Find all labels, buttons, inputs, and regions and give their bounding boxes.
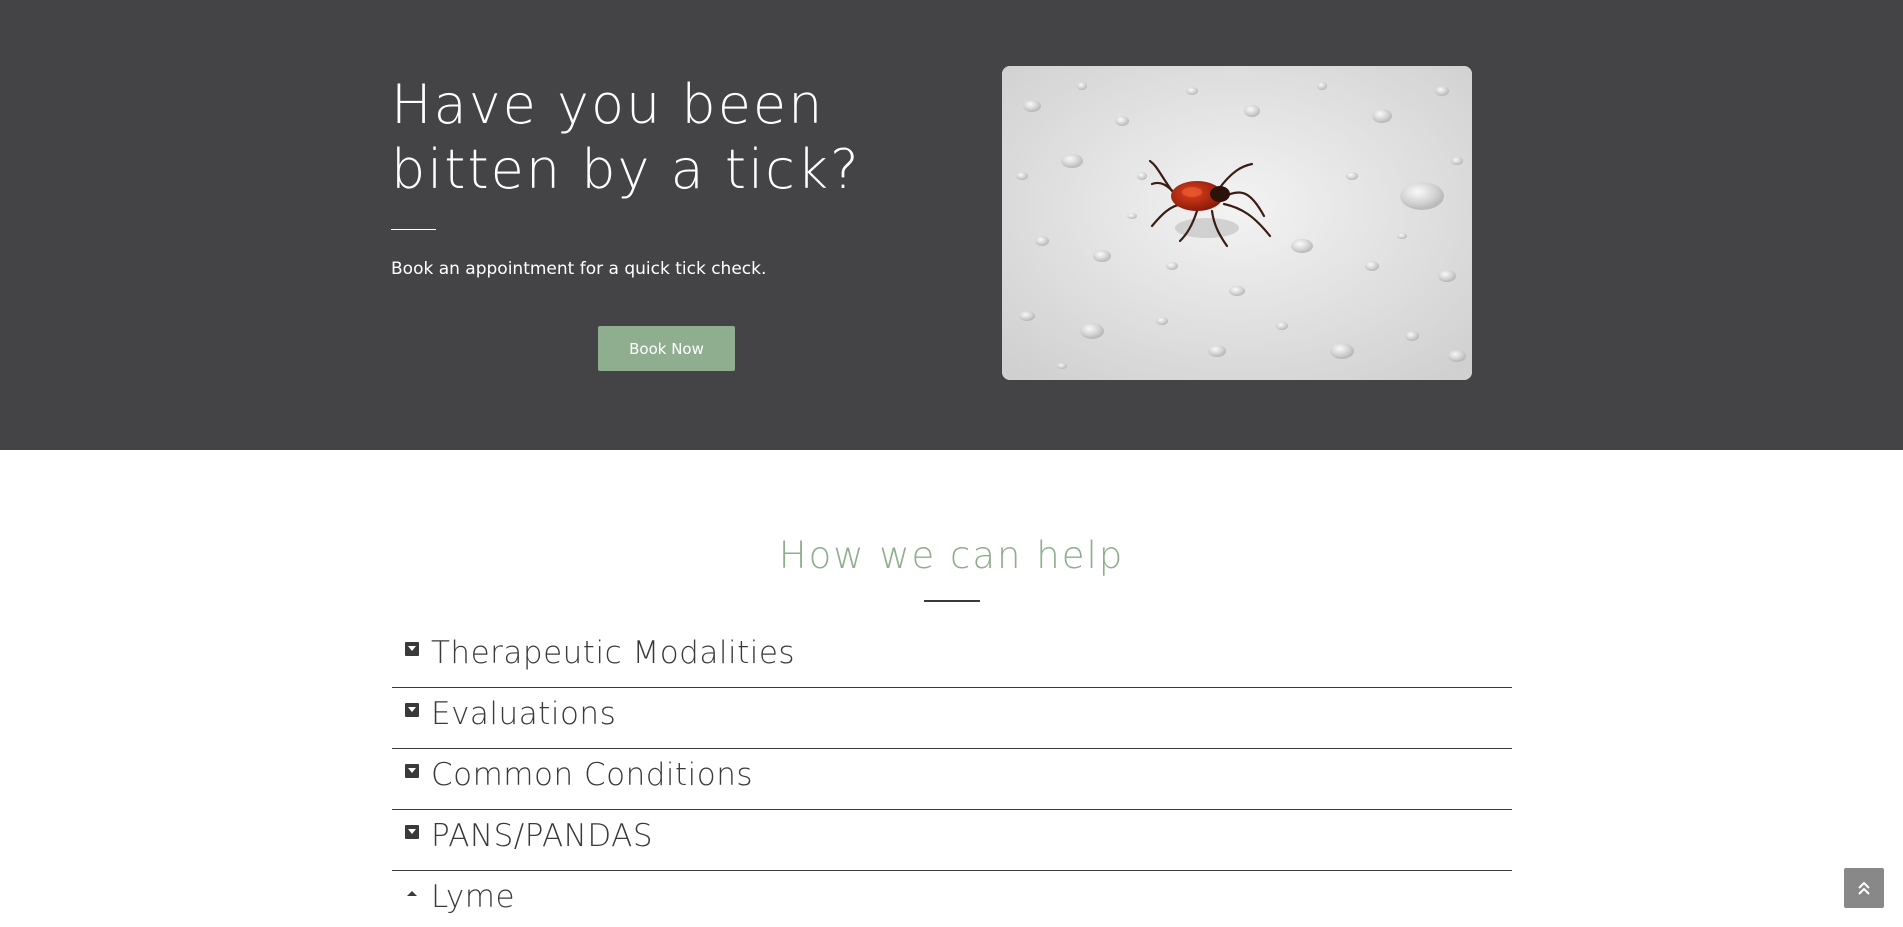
hero-title: Have you been bitten by a tick? — [391, 73, 861, 201]
section-title: How we can help — [778, 534, 1125, 577]
accordion-item-therapeutic-modalities[interactable]: Therapeutic Modalities — [392, 627, 1512, 688]
caret-up-icon — [405, 886, 419, 900]
accordion-item-label: PANS/PANDAS — [431, 818, 654, 854]
double-chevron-up-icon — [1858, 881, 1870, 895]
accordion-item-pans-pandas[interactable]: PANS/PANDAS — [392, 810, 1512, 871]
book-now-button[interactable]: Book Now — [598, 326, 735, 371]
hero-section: Have you been bitten by a tick? Book an … — [0, 0, 1903, 450]
section-divider — [924, 600, 980, 602]
caret-down-square-icon — [405, 703, 419, 717]
caret-down-square-icon — [405, 642, 419, 656]
caret-down-square-icon — [405, 764, 419, 778]
accordion-item-label: Evaluations — [431, 696, 617, 732]
tick-photo — [1002, 66, 1472, 380]
accordion-item-lyme[interactable]: Lyme — [392, 871, 1512, 927]
accordion-item-evaluations[interactable]: Evaluations — [392, 688, 1512, 749]
scroll-to-top-button[interactable] — [1844, 868, 1884, 908]
tick-photo-illustration — [1002, 66, 1472, 380]
accordion-item-label: Common Conditions — [431, 757, 754, 793]
accordion-item-common-conditions[interactable]: Common Conditions — [392, 749, 1512, 810]
hero-divider — [391, 229, 436, 230]
accordion-item-label: Lyme — [431, 879, 516, 915]
accordion-item-label: Therapeutic Modalities — [431, 635, 796, 671]
services-accordion: Therapeutic Modalities Evaluations Commo… — [392, 627, 1512, 927]
caret-down-square-icon — [405, 825, 419, 839]
hero-subtitle: Book an appointment for a quick tick che… — [391, 259, 767, 279]
